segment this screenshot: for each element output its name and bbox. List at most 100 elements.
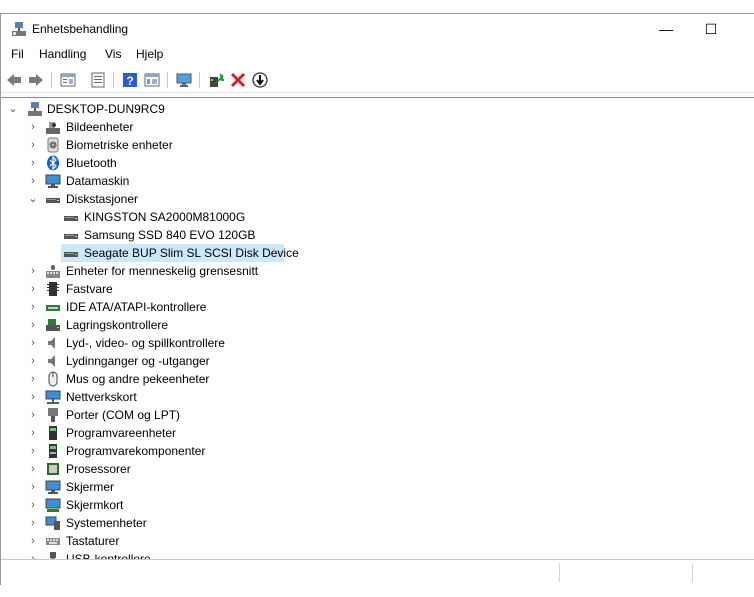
tree-item-label: Programvareenheter <box>66 426 177 440</box>
tree-item-lagringskontrollere[interactable]: › Lagringskontrollere <box>27 316 327 334</box>
chevron-right-icon[interactable]: › <box>27 478 39 496</box>
chevron-right-icon[interactable]: › <box>27 298 39 316</box>
menu-view[interactable]: Vis <box>105 47 121 61</box>
network-icon <box>45 390 61 404</box>
tree-item-label: Programvarekomponenter <box>66 444 206 458</box>
tree-item-label: Bildeenheter <box>66 120 134 134</box>
tree-item-label: Prosessorer <box>66 462 131 476</box>
view-icon[interactable] <box>143 71 161 89</box>
menu-help[interactable]: Hjelp <box>136 47 163 61</box>
minimize-button[interactable]: — <box>656 20 676 38</box>
menu-action[interactable]: Handling <box>39 47 86 61</box>
tree-child-samsung[interactable]: Samsung SSD 840 EVO 120GB <box>61 226 291 244</box>
chevron-right-icon[interactable]: › <box>27 352 39 370</box>
help-icon[interactable]: ? <box>121 71 139 89</box>
disable-icon[interactable] <box>251 71 269 89</box>
chevron-right-icon[interactable]: › <box>27 460 39 478</box>
tree-item-label: USB-kontrollere <box>66 552 151 559</box>
chevron-right-icon[interactable]: › <box>27 514 39 532</box>
tree-item-porter[interactable]: › Porter (COM og LPT) <box>27 406 327 424</box>
tree-item-lyd-video[interactable]: › Lyd-, video- og spillkontrollere <box>27 334 327 352</box>
tree-child-seagate[interactable]: Seagate BUP Slim SL SCSI Disk Device <box>61 244 299 262</box>
tree-item-label: Systemenheter <box>66 516 147 530</box>
tree-item-datamaskin[interactable]: › Datamaskin <box>27 172 327 190</box>
title-bar: Enhetsbehandling — ☐ <box>1 14 754 44</box>
chevron-down-icon[interactable]: ⌄ <box>7 100 19 118</box>
chevron-down-icon[interactable]: ⌄ <box>27 190 39 208</box>
tree-item-label: Porter (COM og LPT) <box>66 408 181 422</box>
tree-item-label: Nettverkskort <box>66 390 137 404</box>
tree-item-mus[interactable]: › Mus og andre pekeenheter <box>27 370 327 388</box>
chevron-right-icon[interactable]: › <box>27 550 39 559</box>
chevron-right-icon[interactable]: › <box>27 388 39 406</box>
chevron-right-icon[interactable]: › <box>27 136 39 154</box>
tree-item-ide[interactable]: › IDE ATA/ATAPI-kontrollere <box>27 298 327 316</box>
chevron-right-icon[interactable]: › <box>27 334 39 352</box>
tree-item-diskstasjoner[interactable]: ⌄ Diskstasjoner <box>27 190 327 208</box>
properties-icon[interactable] <box>59 71 77 89</box>
tree-item-biometriske-enheter[interactable]: › Biometriske enheter <box>27 136 327 154</box>
hid-icon <box>46 265 60 278</box>
chevron-right-icon[interactable]: › <box>27 370 39 388</box>
back-arrow-icon[interactable] <box>5 71 23 89</box>
chevron-right-icon[interactable]: › <box>27 118 39 136</box>
tree-item-bildeenheter[interactable]: › Bildeenheter <box>27 118 327 136</box>
chevron-right-icon[interactable]: › <box>27 496 39 514</box>
chevron-right-icon[interactable]: › <box>27 316 39 334</box>
chevron-right-icon[interactable]: › <box>27 172 39 190</box>
chevron-right-icon[interactable]: › <box>27 442 39 460</box>
tree-item-skjermer[interactable]: › Skjermer <box>27 478 327 496</box>
computer-root-icon <box>28 102 42 116</box>
tree-item-systemenheter[interactable]: › Systemenheter <box>27 514 327 532</box>
uninstall-icon[interactable] <box>229 71 247 89</box>
tree-item-fastvare[interactable]: › Fastvare <box>27 280 327 298</box>
keyboard-icon <box>46 538 60 545</box>
tree-item-programvareenheter[interactable]: › Programvareenheter <box>27 424 327 442</box>
tree-item-tastaturer[interactable]: › Tastaturer <box>27 532 327 550</box>
tree-root[interactable]: ⌄ DESKTOP-DUN9RC9 <box>7 100 207 118</box>
status-cell <box>559 563 692 582</box>
tree-item-label: Mus og andre pekeenheter <box>66 372 210 386</box>
device-tree[interactable]: ⌄ DESKTOP-DUN9RC9 › Bildeenheter › Biome… <box>1 97 754 559</box>
tree-item-lydinnganger[interactable]: › Lydinnganger og -utganger <box>27 352 327 370</box>
tree-item-prosessorer[interactable]: › Prosessorer <box>27 460 327 478</box>
svg-text:?: ? <box>126 74 133 88</box>
camera-icon <box>46 122 60 134</box>
chevron-right-icon[interactable]: › <box>27 424 39 442</box>
menu-file[interactable]: Fil <box>11 47 24 61</box>
device-manager-window: Enhetsbehandling — ☐ Fil Handling Vis Hj… <box>0 13 754 586</box>
tree-item-label: Skjermkort <box>66 498 124 512</box>
window-title: Enhetsbehandling <box>32 22 129 36</box>
monitor-icon[interactable] <box>175 71 193 89</box>
disk-drive-icon <box>64 216 78 221</box>
tree-item-bluetooth[interactable]: › Bluetooth <box>27 154 327 172</box>
tree-item-skjermkort[interactable]: › Skjermkort <box>27 496 327 514</box>
chevron-right-icon[interactable]: › <box>27 154 39 172</box>
maximize-button[interactable]: ☐ <box>701 20 721 38</box>
mouse-icon <box>48 371 58 387</box>
chevron-right-icon[interactable]: › <box>27 406 39 424</box>
forward-arrow-icon[interactable] <box>27 71 45 89</box>
tree-item-label: Biometriske enheter <box>66 138 173 152</box>
tree-item-hid[interactable]: › Enheter for menneskelig grensesnitt <box>27 262 327 280</box>
tree-item-nettverkskort[interactable]: › Nettverkskort <box>27 388 327 406</box>
bluetooth-icon <box>47 155 59 171</box>
tree-item-usb[interactable]: › USB-kontrollere <box>27 550 327 559</box>
disk-drive-icon <box>64 252 78 257</box>
software-device-icon <box>49 426 57 440</box>
chevron-right-icon[interactable]: › <box>27 532 39 550</box>
chevron-right-icon[interactable]: › <box>27 262 39 280</box>
tree-item-programvarekomponenter[interactable]: › Programvarekomponenter <box>27 442 327 460</box>
fingerprint-icon <box>47 137 59 153</box>
tree-item-label: IDE ATA/ATAPI-kontrollere <box>66 300 207 314</box>
disk-drive-icon <box>64 234 78 239</box>
disk-drive-icon <box>46 198 60 203</box>
tree-item-label: Bluetooth <box>66 156 117 170</box>
chevron-right-icon[interactable]: › <box>27 280 39 298</box>
tree-child-label: KINGSTON SA2000M81000G <box>84 210 246 224</box>
speaker-icon <box>48 337 55 349</box>
tree-child-kingston[interactable]: KINGSTON SA2000M81000G <box>61 208 291 226</box>
port-icon <box>48 408 58 422</box>
update-driver-icon[interactable] <box>207 71 225 89</box>
show-hidden-icon[interactable] <box>89 71 107 89</box>
